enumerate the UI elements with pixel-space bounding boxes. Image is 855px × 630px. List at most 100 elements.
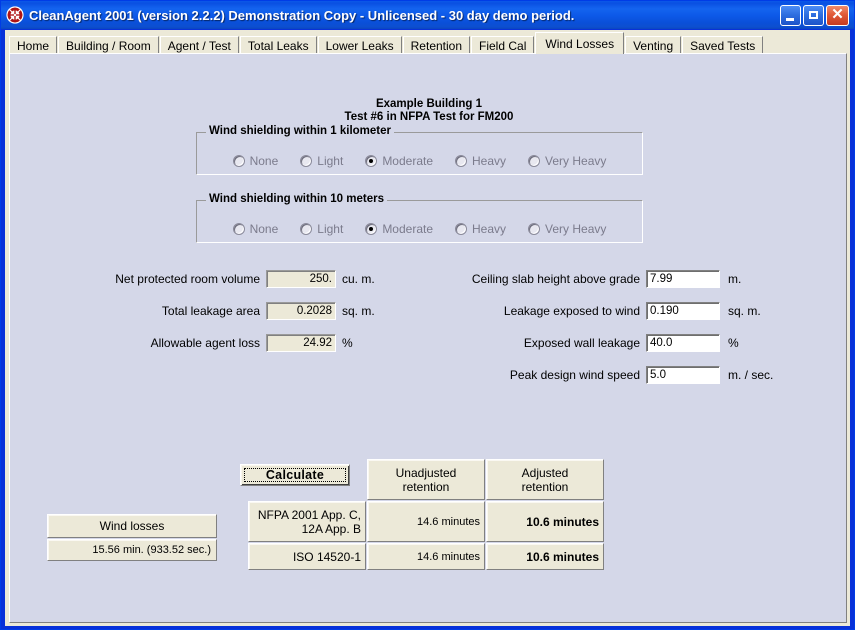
radio-label: Light — [317, 222, 344, 236]
wind-losses-value: 15.56 min. (933.52 sec.) — [47, 539, 217, 561]
tab-label: Lower Leaks — [325, 38, 394, 53]
group-title: Wind shielding within 1 kilometer — [206, 125, 394, 137]
unit-leakage-exposed-to-wind: sq. m. — [728, 304, 761, 318]
standard-line-2: 12A App. B — [301, 521, 361, 536]
input-ceiling-slab-height[interactable]: 7.99 — [646, 270, 720, 288]
radio-1km-light[interactable]: Light — [300, 154, 343, 168]
results-header-unadjusted: Unadjusted retention — [367, 459, 485, 500]
tab-label: Saved Tests — [690, 38, 756, 53]
label-exposed-wall-leakage: Exposed wall leakage — [523, 336, 640, 350]
radio-label: Very Heavy — [545, 154, 607, 168]
label-total-leakage-area: Total leakage area — [161, 304, 260, 318]
header-line-1: Unadjusted — [395, 465, 457, 480]
group-wind-shielding-10m: Wind shielding within 10 meters None Lig… — [196, 193, 643, 243]
close-icon: ✕ — [831, 6, 844, 23]
calculate-button[interactable]: Calculate — [240, 464, 350, 486]
input-net-protected-room-volume: 250. — [266, 270, 336, 288]
input-total-leakage-area: 0.2028 — [266, 302, 336, 320]
results-row-standard-iso: ISO 14520-1 — [248, 543, 366, 570]
radio-1km-none[interactable]: None — [232, 154, 279, 168]
input-exposed-wall-leakage[interactable]: 40.0 — [646, 334, 720, 352]
tab-label: Field Cal — [479, 38, 527, 53]
radio-icon — [455, 155, 468, 167]
radio-group-10m: None Light Moderate Heavy Very Heavy — [197, 222, 642, 236]
radio-label: Very Heavy — [545, 222, 607, 236]
unit-allowable-agent-loss: % — [342, 336, 353, 350]
application-window: CleanAgent 2001 (version 2.2.2) Demonstr… — [0, 0, 855, 630]
tab-wind-losses[interactable]: Wind Losses — [535, 32, 625, 54]
input-peak-design-wind-speed[interactable]: 5.0 — [646, 366, 720, 384]
radio-label: Moderate — [382, 154, 434, 168]
maximize-button[interactable] — [803, 4, 824, 26]
radio-label: Moderate — [382, 222, 434, 236]
minimize-button[interactable] — [780, 4, 801, 26]
results-iso-unadjusted: 14.6 minutes — [367, 543, 485, 570]
radio-group-1km: None Light Moderate Heavy Very Heavy — [197, 154, 642, 168]
tab-label: Wind Losses — [545, 36, 615, 51]
tab-label: Home — [17, 38, 50, 53]
radio-10m-none[interactable]: None — [232, 222, 279, 236]
tab-label: Total Leaks — [247, 38, 309, 53]
radio-label: None — [249, 222, 279, 236]
unit-net-protected-room-volume: cu. m. — [342, 272, 375, 286]
radio-icon — [455, 223, 468, 235]
input-allowable-agent-loss: 24.92 — [266, 334, 336, 352]
unit-total-leakage-area: sq. m. — [342, 304, 375, 318]
results-header-adjusted: Adjusted retention — [486, 459, 604, 500]
group-title: Wind shielding within 10 meters — [206, 193, 387, 205]
tab-page-wind-losses: Example Building 1 Test #6 in NFPA Test … — [9, 53, 847, 623]
radio-10m-heavy[interactable]: Heavy — [455, 222, 506, 236]
header-line-2: retention — [402, 479, 450, 494]
radio-icon — [232, 155, 245, 167]
focus-rectangle — [244, 468, 346, 482]
label-ceiling-slab-height: Ceiling slab height above grade — [471, 272, 640, 286]
radio-icon — [300, 223, 313, 235]
window-controls: ✕ — [780, 4, 849, 26]
tab-label: Retention — [410, 38, 463, 53]
window-title: CleanAgent 2001 (version 2.2.2) Demonstr… — [29, 7, 575, 23]
sprinkler-icon — [6, 6, 24, 24]
results-row-standard-nfpa: NFPA 2001 App. C, 12A App. B — [248, 501, 366, 542]
standard-line-1: NFPA 2001 App. C, — [257, 507, 361, 522]
client-area: Home Building / Room Agent / Test Total … — [5, 30, 850, 626]
close-button[interactable]: ✕ — [826, 4, 849, 26]
label-peak-design-wind-speed: Peak design wind speed — [509, 368, 640, 382]
header-line-1: Adjusted — [521, 465, 569, 480]
unit-ceiling-slab-height: m. — [728, 272, 742, 286]
tab-label: Venting — [633, 38, 674, 53]
tab-label: Agent / Test — [167, 38, 231, 53]
radio-label: Heavy — [472, 154, 507, 168]
radio-1km-moderate[interactable]: Moderate — [365, 154, 433, 168]
radio-label: Heavy — [472, 222, 507, 236]
radio-10m-moderate[interactable]: Moderate — [365, 222, 433, 236]
group-wind-shielding-1km: Wind shielding within 1 kilometer None L… — [196, 125, 643, 175]
radio-icon — [232, 223, 245, 235]
radio-icon — [300, 155, 313, 167]
header-line-2: retention — [521, 479, 569, 494]
results-iso-adjusted: 10.6 minutes — [486, 543, 604, 570]
radio-label: Light — [317, 154, 344, 168]
radio-icon — [528, 223, 541, 235]
title-bar: CleanAgent 2001 (version 2.2.2) Demonstr… — [1, 1, 854, 29]
radio-icon-selected — [365, 155, 378, 167]
radio-10m-very-heavy[interactable]: Very Heavy — [528, 222, 606, 236]
radio-label: None — [249, 154, 279, 168]
results-nfpa-adjusted: 10.6 minutes — [486, 501, 604, 542]
results-nfpa-unadjusted: 14.6 minutes — [367, 501, 485, 542]
tab-label: Building / Room — [66, 38, 151, 53]
page-subtitle: Test #6 in NFPA Test for FM200 — [344, 111, 514, 123]
label-leakage-exposed-to-wind: Leakage exposed to wind — [503, 304, 640, 318]
page-title: Example Building 1 — [375, 98, 483, 110]
unit-peak-design-wind-speed: m. / sec. — [728, 368, 774, 382]
radio-icon-selected — [365, 223, 378, 235]
tab-strip: Home Building / Room Agent / Test Total … — [9, 32, 849, 55]
radio-1km-heavy[interactable]: Heavy — [455, 154, 506, 168]
label-net-protected-room-volume: Net protected room volume — [115, 272, 260, 286]
wind-losses-title: Wind losses — [47, 514, 217, 538]
label-allowable-agent-loss: Allowable agent loss — [150, 336, 260, 350]
unit-exposed-wall-leakage: % — [728, 336, 739, 350]
radio-1km-very-heavy[interactable]: Very Heavy — [528, 154, 606, 168]
radio-icon — [528, 155, 541, 167]
input-leakage-exposed-to-wind[interactable]: 0.190 — [646, 302, 720, 320]
radio-10m-light[interactable]: Light — [300, 222, 343, 236]
